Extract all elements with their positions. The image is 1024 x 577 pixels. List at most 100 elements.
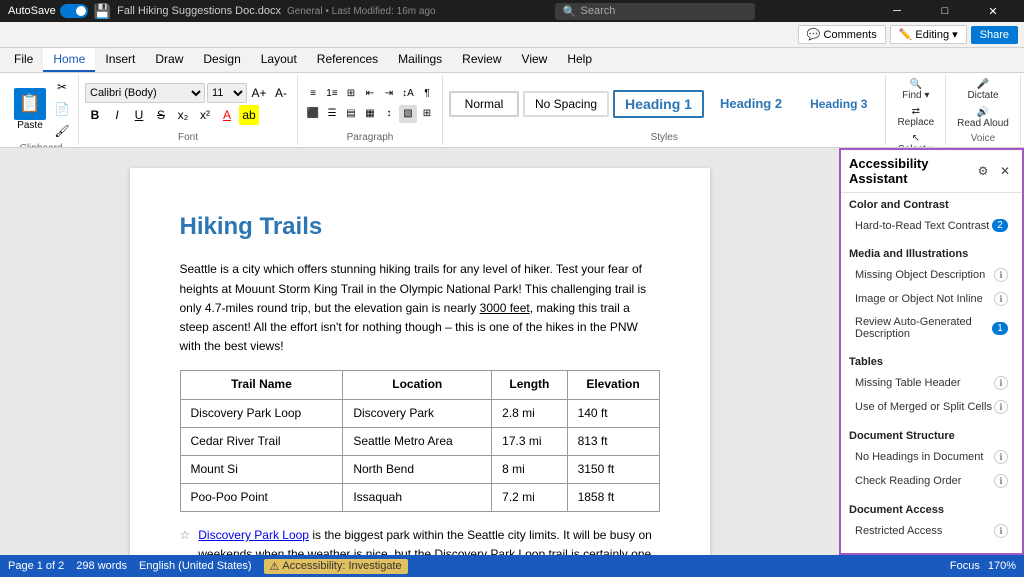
editing-button[interactable]: ✏️ Editing ▾ xyxy=(890,25,967,44)
style-heading2-button[interactable]: Heading 2 xyxy=(708,90,794,117)
format-painter-button[interactable]: 🖌 xyxy=(52,121,72,141)
accessibility-investigate-button[interactable]: ⚠ Accessibility: Investigate xyxy=(264,559,408,574)
search-placeholder: Search xyxy=(581,5,616,17)
tab-references[interactable]: References xyxy=(307,48,388,72)
table-cell: North Bend xyxy=(343,455,492,483)
tab-review[interactable]: Review xyxy=(452,48,511,72)
bold-button[interactable]: B xyxy=(85,105,105,125)
sidebar-item-label: Restricted Access xyxy=(855,525,994,537)
tab-view[interactable]: View xyxy=(512,48,558,72)
sort-button[interactable]: ↕A xyxy=(399,85,417,103)
paragraph-group: ≡ 1≡ ⊞ ⇤ ⇥ ↕A ¶ ⬛ ☰ ▤ ▦ ↕ ▧ xyxy=(298,75,443,145)
justify-button[interactable]: ▦ xyxy=(361,105,379,123)
font-size-select[interactable]: 11 xyxy=(207,83,247,103)
bullet-list-button[interactable]: ≡ xyxy=(304,85,322,103)
dictate-button[interactable]: 🎤 Dictate xyxy=(962,77,1003,103)
sidebar-item[interactable]: Image or Object Not Inlineℹ xyxy=(849,288,1014,310)
show-marks-button[interactable]: ¶ xyxy=(418,85,436,103)
decrease-indent-button[interactable]: ⇤ xyxy=(361,85,379,103)
replace-button[interactable]: ⇄ Replace xyxy=(892,104,939,130)
sidebar-item[interactable]: Hard-to-Read Text Contrast2 xyxy=(849,215,1014,236)
discovery-link[interactable]: Discovery Park Loop xyxy=(198,528,309,542)
table-cell: Mount Si xyxy=(180,455,343,483)
sidebar-item[interactable]: Missing Object Descriptionℹ xyxy=(849,264,1014,286)
document-title: Hiking Trails xyxy=(180,208,660,246)
status-left: Page 1 of 2 298 words English (United St… xyxy=(8,559,408,574)
autosave-toggle[interactable] xyxy=(60,4,88,18)
table-cell: 2.8 mi xyxy=(492,399,567,427)
sidebar-item[interactable]: Review Auto-Generated Description1 xyxy=(849,312,1014,344)
close-button[interactable]: ✕ xyxy=(970,0,1016,22)
line-spacing-button[interactable]: ↕ xyxy=(380,105,398,123)
styles-label: Styles xyxy=(449,130,879,143)
style-heading1-button[interactable]: Heading 1 xyxy=(613,90,704,118)
find-button[interactable]: 🔍 Find ▾ xyxy=(892,77,939,103)
tab-design[interactable]: Design xyxy=(193,48,250,72)
sidebar-item[interactable]: No Headings in Documentℹ xyxy=(849,446,1014,468)
decrease-font-button[interactable]: A- xyxy=(271,83,291,103)
tab-insert[interactable]: Insert xyxy=(95,48,145,72)
language-info: English (United States) xyxy=(139,560,252,572)
minimize-button[interactable]: ─ xyxy=(874,0,920,22)
sidebar-close-button[interactable]: ✕ xyxy=(996,162,1014,180)
share-button[interactable]: Share xyxy=(971,26,1018,44)
borders-button[interactable]: ⊞ xyxy=(418,105,436,123)
increase-indent-button[interactable]: ⇥ xyxy=(380,85,398,103)
sidebar-settings-button[interactable]: ⚙ xyxy=(974,162,992,180)
clipboard-group: 📋 Paste ✂ 📄 🖌 Clipboard xyxy=(4,75,79,145)
numbered-list-button[interactable]: 1≡ xyxy=(323,85,341,103)
sidebar-section-title: Color and Contrast xyxy=(849,199,1014,211)
para-row-1: ≡ 1≡ ⊞ ⇤ ⇥ ↕A ¶ xyxy=(304,85,436,103)
read-aloud-button[interactable]: 🔊 Read Aloud xyxy=(952,105,1014,131)
tab-file[interactable]: File xyxy=(4,48,43,72)
paragraph-buttons: ≡ 1≡ ⊞ ⇤ ⇥ ↕A ¶ ⬛ ☰ ▤ ▦ ↕ ▧ xyxy=(304,85,436,123)
style-normal-button[interactable]: Normal xyxy=(449,91,519,117)
investigate-icon: ⚠ xyxy=(270,560,280,573)
font-color-button[interactable]: A xyxy=(217,105,237,125)
multilevel-list-button[interactable]: ⊞ xyxy=(342,85,360,103)
subscript-button[interactable]: x₂ xyxy=(173,105,193,125)
tab-help[interactable]: Help xyxy=(557,48,602,72)
underline-button[interactable]: U xyxy=(129,105,149,125)
cut-button[interactable]: ✂ xyxy=(52,77,72,97)
tab-home[interactable]: Home xyxy=(43,48,95,72)
font-family-select[interactable]: Calibri (Body) xyxy=(85,83,205,103)
shading-button[interactable]: ▧ xyxy=(399,105,417,123)
sidebar-item-circle: ℹ xyxy=(994,268,1008,282)
clipboard-content: 📋 Paste ✂ 📄 🖌 xyxy=(10,77,72,141)
align-center-button[interactable]: ☰ xyxy=(323,105,341,123)
align-left-button[interactable]: ⬛ xyxy=(304,105,322,123)
title-bar-left: AutoSave 💾 Fall Hiking Suggestions Doc.d… xyxy=(8,3,436,20)
table-cell: Issaquah xyxy=(343,484,492,512)
sidebar-item[interactable]: Check Reading Orderℹ xyxy=(849,470,1014,492)
sidebar-item[interactable]: Use of Merged or Split Cellsℹ xyxy=(849,396,1014,418)
sidebar-item-label: Check Reading Order xyxy=(855,475,994,487)
paste-button[interactable]: 📋 Paste xyxy=(10,86,50,133)
style-heading3-button[interactable]: Heading 3 xyxy=(798,91,879,117)
restore-button[interactable]: □ xyxy=(922,0,968,22)
increase-font-button[interactable]: A+ xyxy=(249,83,269,103)
sidebar-item-label: Hard-to-Read Text Contrast xyxy=(855,220,992,232)
copy-button[interactable]: 📄 xyxy=(52,99,72,119)
style-nospacing-button[interactable]: No Spacing xyxy=(523,91,609,117)
table-row: Cedar River TrailSeattle Metro Area17.3 … xyxy=(180,427,659,455)
select-button[interactable]: ↖ Select ▾ xyxy=(892,131,939,147)
italic-button[interactable]: I xyxy=(107,105,127,125)
sidebar-item[interactable]: Restricted Accessℹ xyxy=(849,520,1014,542)
sidebar-item[interactable]: Missing Table Headerℹ xyxy=(849,372,1014,394)
tab-mailings[interactable]: Mailings xyxy=(388,48,452,72)
superscript-button[interactable]: x² xyxy=(195,105,215,125)
sidebar-title: Accessibility Assistant xyxy=(849,156,974,186)
table-cell: 813 ft xyxy=(567,427,659,455)
search-bar[interactable]: 🔍 Search xyxy=(555,3,755,20)
table-cell: Cedar River Trail xyxy=(180,427,343,455)
sidebar-section-title: Media and Illustrations xyxy=(849,248,1014,260)
action-bar: 💬 Comments ✏️ Editing ▾ Share xyxy=(0,22,1024,48)
tab-draw[interactable]: Draw xyxy=(145,48,193,72)
sidebar-header-icons: ⚙ ✕ xyxy=(974,162,1014,180)
highlight-button[interactable]: ab xyxy=(239,105,259,125)
comments-button[interactable]: 💬 Comments xyxy=(798,25,886,44)
strikethrough-button[interactable]: S xyxy=(151,105,171,125)
tab-layout[interactable]: Layout xyxy=(251,48,307,72)
align-right-button[interactable]: ▤ xyxy=(342,105,360,123)
